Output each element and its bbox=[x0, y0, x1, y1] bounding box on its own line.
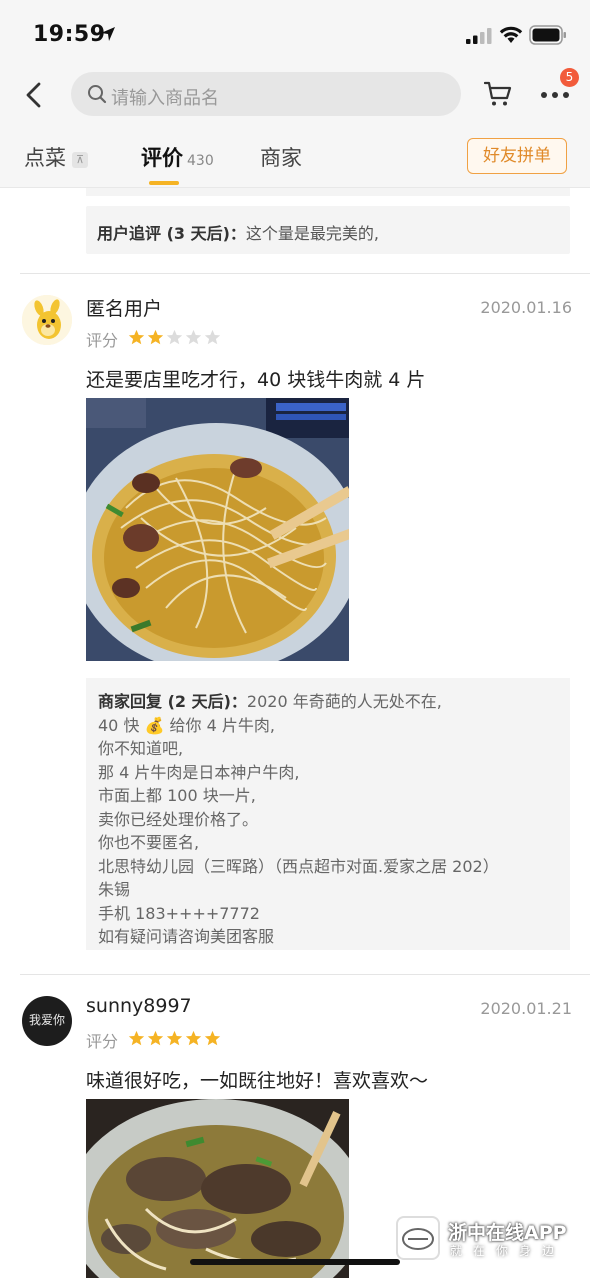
status-bar: 19:59 bbox=[0, 0, 590, 68]
tab-reviews[interactable]: 评价 430 bbox=[141, 142, 214, 172]
beef-noodle-image bbox=[86, 1099, 349, 1278]
merchant-reply: 商家回复 (2 天后)：2020 年奇葩的人无处不在, 40 快 💰 给你 4 … bbox=[86, 678, 570, 950]
review-list[interactable]: 用户追评 (3 天后)：这个量是最完美的, 匿名用户 2020.01.16 评分… bbox=[0, 188, 590, 1278]
star-filled-icon bbox=[147, 329, 164, 345]
reply-line: 你也不要匿名, bbox=[98, 833, 200, 852]
reply-line: 市面上都 100 块一片, bbox=[98, 786, 256, 805]
reply-line: 北思特幼儿园（三晖路）（西点超市对面.爱家之居 202） bbox=[98, 856, 499, 876]
more-icon[interactable] bbox=[540, 90, 570, 100]
avatar[interactable]: 我爱你 bbox=[22, 996, 72, 1046]
message-badge: 5 bbox=[560, 68, 579, 87]
tab-merchant[interactable]: 商家 bbox=[260, 142, 302, 172]
star-filled-icon bbox=[166, 1030, 183, 1046]
watermark-subtitle: 就在你身边 bbox=[450, 1244, 566, 1258]
avatar-text: 我爱你 bbox=[28, 1013, 65, 1027]
reply-line: 你不知道吧, bbox=[98, 739, 184, 758]
search-input[interactable]: 请输入商品名 bbox=[71, 72, 461, 116]
divider bbox=[20, 974, 590, 975]
cellular-signal-icon bbox=[466, 28, 492, 44]
star-filled-icon bbox=[128, 329, 145, 345]
review-photo[interactable] bbox=[86, 398, 349, 661]
search-placeholder: 请输入商品名 bbox=[111, 88, 219, 109]
star-rating bbox=[128, 1030, 221, 1047]
location-arrow-icon bbox=[101, 27, 115, 41]
group-order-button[interactable]: 好友拼单 bbox=[467, 138, 567, 174]
avatar[interactable] bbox=[22, 295, 72, 345]
reply-label: 商家回复 (2 天后)： bbox=[98, 692, 247, 711]
star-filled-icon bbox=[128, 1030, 145, 1046]
star-filled-icon bbox=[147, 1030, 164, 1046]
top-nav-bar: 请输入商品名 5 bbox=[0, 68, 590, 126]
followup-label: 用户追评 (3 天后)： bbox=[97, 224, 246, 243]
watermark-logo-icon bbox=[402, 1228, 434, 1250]
tab-dishes[interactable]: 点菜 ⊼ bbox=[24, 142, 88, 172]
cart-icon[interactable] bbox=[484, 80, 512, 108]
reply-line: 那 4 片牛肉是日本神户牛肉, bbox=[98, 762, 300, 782]
previous-review-tail bbox=[86, 188, 570, 196]
active-tab-indicator bbox=[149, 181, 179, 185]
tab-merchant-label: 商家 bbox=[260, 146, 302, 170]
tab-reviews-label: 评价 bbox=[141, 146, 183, 170]
battery-icon bbox=[529, 25, 566, 45]
divider bbox=[20, 273, 590, 274]
review-date: 2020.01.21 bbox=[480, 999, 572, 1018]
review-text: 味道很好吃，一如既往地好！喜欢喜欢～ bbox=[86, 1070, 429, 1092]
star-rating bbox=[128, 329, 221, 346]
back-icon[interactable] bbox=[20, 80, 48, 110]
user-followup-review: 用户追评 (3 天后)：这个量是最完美的, bbox=[86, 206, 570, 254]
reply-line: 手机 183++++7772 bbox=[98, 903, 260, 923]
home-indicator[interactable] bbox=[190, 1259, 400, 1265]
reply-line: 40 快 💰 给你 4 片牛肉, bbox=[98, 715, 275, 735]
review-count: 430 bbox=[187, 153, 214, 169]
reviewer-name: sunny8997 bbox=[86, 995, 192, 1017]
watermark-logo bbox=[396, 1216, 440, 1260]
star-empty-icon bbox=[185, 329, 202, 345]
star-filled-icon bbox=[185, 1030, 202, 1046]
star-empty-icon bbox=[204, 329, 221, 345]
star-empty-icon bbox=[166, 329, 183, 345]
rating-label: 评分 bbox=[86, 331, 119, 350]
rating-label: 评分 bbox=[86, 1032, 119, 1051]
search-icon bbox=[88, 85, 107, 104]
reply-line: 朱锡 bbox=[98, 880, 131, 899]
tab-bar: 点菜 ⊼ 评价 430 商家 好友拼单 bbox=[0, 126, 590, 188]
tab-dishes-label: 点菜 bbox=[24, 146, 66, 170]
reply-line: 如有疑问请咨询美团客服 bbox=[98, 927, 275, 946]
pin-top-icon: ⊼ bbox=[72, 152, 88, 168]
wifi-icon bbox=[499, 26, 523, 43]
reply-line: 卖你已经处理价格了。 bbox=[98, 809, 259, 829]
watermark-title: 浙中在线APP bbox=[448, 1222, 567, 1244]
followup-text: 这个量是最完美的, bbox=[245, 224, 379, 243]
app-watermark: 浙中在线APP 就在你身边 bbox=[396, 1216, 586, 1266]
reply-line: 商家回复 (2 天后)：2020 年奇葩的人无处不在, bbox=[98, 692, 442, 711]
review-photo[interactable] bbox=[86, 1099, 349, 1278]
star-filled-icon bbox=[204, 1030, 221, 1046]
noodle-bowl-image bbox=[86, 398, 349, 661]
review-text: 还是要店里吃才行，40 块钱牛肉就 4 片 bbox=[86, 369, 426, 391]
kangaroo-avatar-icon bbox=[22, 295, 72, 345]
status-time: 19:59 bbox=[33, 22, 106, 47]
review-date: 2020.01.16 bbox=[480, 298, 572, 317]
reviewer-name: 匿名用户 bbox=[86, 298, 163, 320]
